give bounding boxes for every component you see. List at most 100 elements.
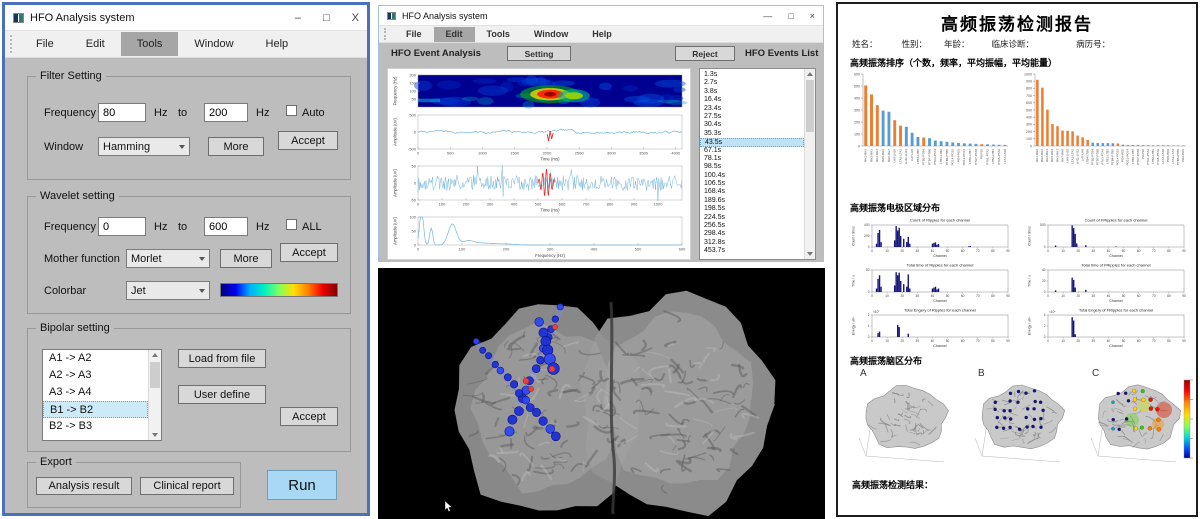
mother-function-label: Mother function (44, 253, 120, 265)
list-item[interactable]: 35.3s (700, 130, 804, 138)
menu-item-file[interactable]: File (394, 27, 434, 42)
scrollbar-thumb[interactable] (150, 362, 160, 388)
list-item[interactable]: 168.4s (700, 188, 804, 196)
list-item[interactable]: 224.5s (700, 214, 804, 222)
clinical-report-button[interactable]: Clinical report (140, 477, 234, 495)
wavelet-more-button[interactable]: More (220, 249, 272, 268)
toolbar-grip-icon[interactable] (384, 28, 387, 39)
group-caption: Export (36, 456, 76, 468)
list-item[interactable]: 1.3s (700, 71, 804, 79)
menu-item-help[interactable]: Help (580, 27, 624, 42)
filter-accept-button[interactable]: Accept (278, 131, 338, 150)
scroll-up-icon[interactable] (149, 350, 161, 360)
colorbar-select[interactable]: Jet (126, 281, 210, 300)
svg-text:400: 400 (1026, 116, 1032, 120)
close-button[interactable]: × (810, 11, 815, 21)
list-item[interactable]: A1 -> A2 (43, 350, 148, 367)
svg-text:LTB4-LTB6: LTB4-LTB6 (1085, 149, 1089, 164)
menu-item-help[interactable]: Help (250, 32, 305, 56)
svg-text:40: 40 (1107, 339, 1111, 343)
list-item[interactable]: B1 -> B2 (43, 401, 148, 418)
bipolar-accept-button[interactable]: Accept (280, 407, 338, 426)
list-item[interactable]: 78.1s (700, 155, 804, 163)
scroll-down-icon[interactable] (149, 430, 161, 440)
svg-text:300: 300 (1026, 123, 1032, 127)
svg-text:RH2-RH3: RH2-RH3 (1040, 149, 1044, 162)
brain-3d-panel[interactable] (378, 268, 825, 519)
menu-item-edit[interactable]: Edit (70, 32, 121, 56)
minimize-button[interactable]: — (763, 11, 772, 21)
section-channel-heading: 高频振荡电极区域分布 (850, 201, 940, 214)
svg-text:80: 80 (991, 249, 995, 253)
scrollbar-thumb[interactable] (806, 80, 814, 132)
wavelet-freq-to-input[interactable] (204, 217, 248, 236)
filter-freq-from-input[interactable] (98, 103, 146, 122)
bipolar-listbox[interactable]: A1 -> A2A2 -> A3A3 -> A4B1 -> B2B2 -> B3 (42, 349, 162, 441)
svg-text:20: 20 (1076, 294, 1080, 298)
menu-item-tools[interactable]: Tools (121, 32, 179, 56)
window-select[interactable]: Hamming (98, 137, 190, 156)
list-item[interactable]: 98.5s (700, 163, 804, 171)
list-item[interactable]: 453.7s (700, 247, 804, 255)
colorbar-label: Colorbar (44, 285, 86, 297)
list-item[interactable]: 67.1s (700, 147, 804, 155)
scroll-down-icon[interactable] (805, 249, 815, 259)
list-item[interactable]: 312.8s (700, 239, 804, 247)
svg-text:200: 200 (409, 72, 416, 77)
list-item[interactable]: 23.4s (700, 105, 804, 113)
svg-text:LTA1-LTA2: LTA1-LTA2 (1070, 149, 1074, 164)
mother-function-select[interactable]: Morlet (126, 249, 210, 268)
list-item[interactable]: 2.7s (700, 79, 804, 87)
list-item[interactable]: 256.5s (700, 222, 804, 230)
filter-freq-to-input[interactable] (204, 103, 248, 122)
svg-text:LTB6-LTB7: LTB6-LTB7 (968, 149, 972, 164)
close-button[interactable]: X (352, 12, 359, 24)
menu-item-file[interactable]: File (20, 32, 70, 56)
list-item[interactable]: 100.4s (700, 172, 804, 180)
setting-button[interactable]: Setting (507, 46, 571, 61)
list-item[interactable]: 298.4s (700, 230, 804, 238)
scrollbar[interactable] (148, 350, 161, 440)
list-item[interactable]: 30.4s (700, 121, 804, 129)
menu-item-window[interactable]: Window (178, 32, 249, 56)
wavelet-accept-button[interactable]: Accept (280, 243, 338, 262)
user-define-button[interactable]: User define (178, 385, 266, 404)
maximize-button[interactable]: □ (323, 12, 330, 24)
svg-text:Time / s: Time / s (852, 275, 856, 287)
filter-more-button[interactable]: More (208, 137, 264, 156)
list-item[interactable]: 3.8s (700, 88, 804, 96)
list-item[interactable]: B2 -> B3 (43, 418, 148, 435)
svg-text:RH5-RH6: RH5-RH6 (881, 149, 885, 162)
svg-text:60: 60 (961, 339, 965, 343)
menu-item-tools[interactable]: Tools (475, 27, 522, 42)
scroll-up-icon[interactable] (805, 69, 815, 79)
list-item[interactable]: A2 -> A3 (43, 367, 148, 384)
maximize-button[interactable]: □ (788, 11, 793, 21)
list-item[interactable]: 16.4s (700, 96, 804, 104)
window-title: HFO Analysis system (30, 12, 289, 24)
load-from-file-button[interactable]: Load from file (178, 349, 266, 368)
svg-text:200: 200 (854, 120, 860, 124)
list-item[interactable]: A3 -> A4 (43, 384, 148, 401)
menu-item-window[interactable]: Window (522, 27, 580, 42)
menu-item-edit[interactable]: Edit (434, 27, 475, 42)
list-item[interactable]: 198.5s (700, 205, 804, 213)
auto-checkbox[interactable] (286, 105, 297, 116)
svg-text:PTA5-PTA6: PTA5-PTA6 (997, 149, 1001, 165)
svg-text:Count of FRipples for each cha: Count of FRipples for each channel (1085, 218, 1148, 223)
svg-text:10: 10 (885, 339, 889, 343)
minimize-button[interactable]: – (295, 12, 301, 24)
all-checkbox[interactable] (286, 219, 297, 230)
frequency-label: Frequency (44, 221, 96, 233)
wavelet-freq-from-input[interactable] (98, 217, 146, 236)
scrollbar[interactable] (804, 69, 815, 259)
reject-button[interactable]: Reject (675, 46, 735, 61)
list-item[interactable]: 189.6s (700, 197, 804, 205)
run-button[interactable]: Run (267, 470, 337, 500)
toolbar-grip-icon[interactable] (10, 35, 13, 53)
list-item[interactable]: 43.5s (700, 138, 804, 146)
list-item[interactable]: 27.5s (700, 113, 804, 121)
analysis-result-button[interactable]: Analysis result (36, 477, 132, 495)
hfo-events-list[interactable]: 1.3s2.7s3.8s16.4s23.4s27.5s30.4s35.3s43.… (699, 68, 816, 260)
list-item[interactable]: 106.5s (700, 180, 804, 188)
